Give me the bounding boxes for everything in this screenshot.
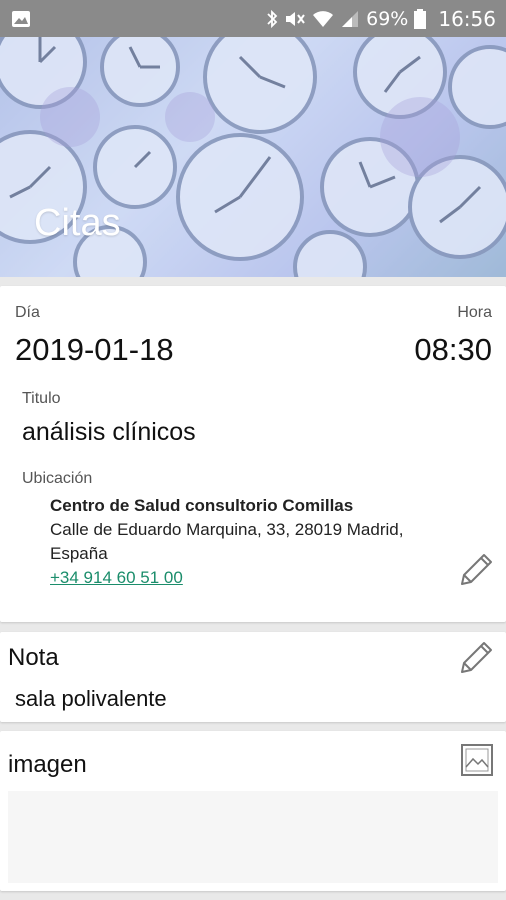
- location-phone-link[interactable]: +34 914 60 51 00: [50, 568, 183, 587]
- signal-icon: [340, 10, 360, 28]
- title-label: Titulo: [22, 390, 61, 407]
- battery-percent: 69%: [366, 7, 409, 30]
- image-icon: [10, 8, 32, 30]
- clock-time: 16:56: [438, 6, 496, 31]
- status-bar: 69% 16:56: [0, 0, 506, 37]
- hour-value[interactable]: 08:30: [414, 332, 492, 368]
- mute-icon: [284, 10, 306, 28]
- location-details: Centro de Salud consultorio Comillas Cal…: [50, 494, 450, 590]
- note-value: sala polivalente: [15, 686, 167, 711]
- edit-note-pencil-icon[interactable]: [456, 638, 496, 678]
- appointment-card: Día 2019-01-18 Hora 08:30 Titulo análisi…: [0, 286, 506, 622]
- day-value[interactable]: 2019-01-18: [15, 332, 174, 368]
- location-address: Calle de Eduardo Marquina, 33, 28019 Mad…: [50, 520, 404, 563]
- note-label: Nota: [8, 644, 59, 671]
- note-card: Nota sala polivalente: [0, 632, 506, 722]
- bluetooth-icon: [266, 9, 278, 29]
- day-label: Día: [15, 304, 40, 321]
- image-placeholder-area[interactable]: [8, 791, 498, 883]
- location-label: Ubicación: [22, 470, 93, 487]
- battery-icon: [414, 8, 427, 29]
- title-value: análisis clínicos: [22, 418, 196, 446]
- location-name: Centro de Salud consultorio Comillas: [50, 496, 354, 515]
- page-title: Citas: [34, 202, 121, 244]
- header-banner: Citas: [0, 37, 506, 277]
- image-card: imagen: [0, 731, 506, 891]
- wifi-icon: [312, 10, 334, 28]
- image-label: imagen: [8, 751, 87, 778]
- edit-appointment-pencil-icon[interactable]: [456, 550, 496, 590]
- add-image-icon[interactable]: [460, 743, 494, 777]
- hour-label: Hora: [457, 304, 492, 321]
